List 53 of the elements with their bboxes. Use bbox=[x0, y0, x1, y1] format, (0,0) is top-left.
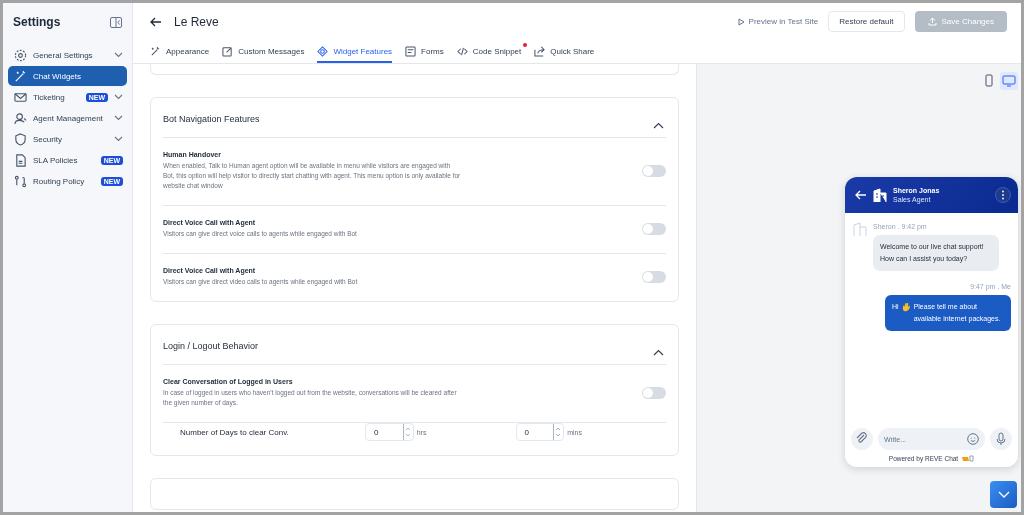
sidebar-item[interactable]: Security bbox=[8, 129, 127, 149]
preview-link[interactable]: Preview in Test Site bbox=[737, 17, 819, 26]
upload-icon bbox=[927, 17, 937, 26]
hours-input[interactable]: 0 bbox=[365, 423, 414, 441]
desktop-icon[interactable] bbox=[1000, 72, 1018, 90]
shield-icon bbox=[14, 132, 27, 146]
building-icon bbox=[872, 187, 888, 203]
sidebar-item[interactable]: General Settings bbox=[8, 45, 127, 65]
toggle-switch[interactable] bbox=[642, 223, 666, 235]
back-arrow-icon[interactable] bbox=[150, 16, 162, 27]
sidebar-title: Settings bbox=[13, 15, 61, 29]
restore-default-button[interactable]: Restore default bbox=[828, 11, 905, 32]
building-icon bbox=[852, 221, 868, 237]
envelope-icon bbox=[14, 90, 27, 104]
microphone-icon[interactable] bbox=[990, 428, 1012, 450]
emoji-icon[interactable] bbox=[967, 433, 979, 445]
minutes-input[interactable]: 0 bbox=[515, 423, 565, 441]
form-icon bbox=[405, 45, 417, 57]
tab[interactable]: Forms bbox=[405, 41, 444, 63]
brand-logo-icon bbox=[962, 455, 975, 462]
page-title: Le Reve bbox=[174, 14, 219, 29]
tab[interactable]: Code Snippet bbox=[456, 41, 522, 63]
collapse-sidebar-icon[interactable] bbox=[110, 16, 122, 28]
diamond-icon bbox=[317, 45, 329, 57]
tab[interactable]: Appearance bbox=[150, 41, 210, 63]
wand-icon bbox=[150, 45, 161, 57]
gear-icon bbox=[14, 48, 27, 62]
field-label: Number of Days to clear Conv. bbox=[180, 427, 290, 437]
toggle-switch[interactable] bbox=[642, 165, 666, 177]
tab[interactable]: Custom Messages bbox=[222, 41, 305, 63]
minimize-chat-button[interactable] bbox=[990, 481, 1017, 508]
tab[interactable]: Quick Share bbox=[534, 41, 595, 63]
person-icon bbox=[14, 111, 27, 125]
route-icon bbox=[14, 174, 27, 188]
collapse-chevron-icon[interactable] bbox=[653, 122, 664, 129]
more-options-icon[interactable] bbox=[995, 187, 1011, 203]
section-title: Bot Navigation Features bbox=[163, 114, 260, 124]
play-icon bbox=[737, 17, 745, 26]
edit-icon bbox=[222, 45, 234, 57]
attachment-icon[interactable] bbox=[851, 428, 873, 450]
chevron-down-icon bbox=[997, 491, 1010, 498]
toggle-switch[interactable] bbox=[642, 387, 666, 399]
collapse-chevron-icon[interactable] bbox=[653, 349, 664, 356]
sidebar-item[interactable]: Chat Widgets bbox=[8, 66, 127, 86]
share-icon bbox=[534, 45, 546, 57]
section-title: Login / Logout Behavior bbox=[163, 341, 259, 351]
document-icon bbox=[14, 153, 27, 167]
toggle-switch[interactable] bbox=[642, 271, 666, 283]
sidebar-item[interactable]: Agent Management bbox=[8, 108, 127, 128]
code-icon bbox=[456, 45, 468, 57]
waving-hand-icon bbox=[901, 302, 911, 312]
wand-icon bbox=[14, 69, 27, 83]
spinner-arrows-icon[interactable] bbox=[402, 424, 413, 440]
